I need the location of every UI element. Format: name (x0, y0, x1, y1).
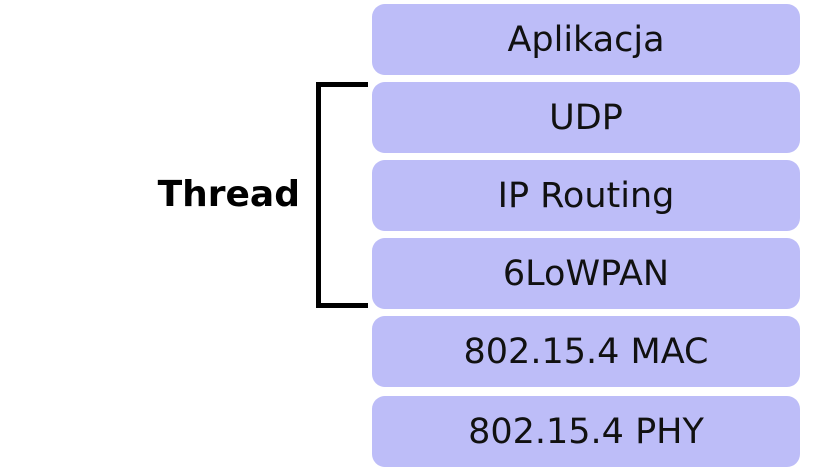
layer-mac: 802.15.4 MAC (372, 316, 800, 387)
thread-group-label: Thread (157, 174, 300, 215)
layer-udp: UDP (372, 82, 800, 153)
layer-label: 802.15.4 MAC (463, 331, 709, 372)
layer-label: IP Routing (497, 175, 675, 216)
layer-6lowpan: 6LoWPAN (372, 238, 800, 309)
layer-aplikacja: Aplikacja (372, 4, 800, 75)
layer-label: Aplikacja (507, 19, 665, 60)
thread-bracket (316, 82, 368, 308)
layer-label: UDP (549, 97, 623, 138)
layer-label: 802.15.4 PHY (468, 411, 704, 452)
layer-ip-routing: IP Routing (372, 160, 800, 231)
layer-phy: 802.15.4 PHY (372, 396, 800, 467)
layer-label: 6LoWPAN (502, 253, 670, 294)
